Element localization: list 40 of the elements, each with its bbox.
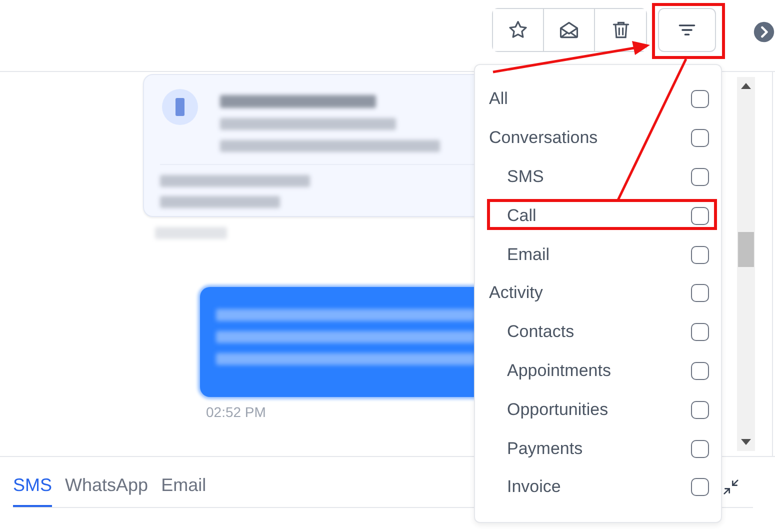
message-time: 02:52 PM bbox=[206, 404, 266, 420]
checkbox[interactable] bbox=[691, 246, 709, 264]
checkbox[interactable] bbox=[691, 362, 709, 380]
chevron-right-icon bbox=[753, 21, 775, 43]
filter-option[interactable]: Payments bbox=[475, 429, 721, 468]
compose-tab[interactable]: WhatsApp bbox=[65, 475, 148, 507]
collapse-button[interactable] bbox=[721, 477, 741, 497]
compose-tab[interactable]: SMS bbox=[13, 475, 52, 507]
checkbox[interactable] bbox=[691, 400, 709, 419]
checkbox[interactable] bbox=[691, 90, 709, 108]
envelope-icon bbox=[558, 19, 580, 41]
scroll-down-arrow[interactable] bbox=[741, 439, 751, 445]
checkbox[interactable] bbox=[691, 284, 709, 302]
checkbox[interactable] bbox=[691, 478, 709, 496]
filter-option[interactable]: Contacts bbox=[475, 312, 721, 352]
scroll-up-arrow[interactable] bbox=[741, 83, 751, 89]
checkbox[interactable] bbox=[691, 129, 709, 148]
filter-option[interactable]: SMS bbox=[475, 158, 721, 196]
star-button[interactable] bbox=[493, 9, 544, 51]
next-button[interactable] bbox=[753, 21, 775, 43]
checkbox[interactable] bbox=[691, 440, 709, 458]
filter-option[interactable]: Opportunities bbox=[475, 390, 721, 430]
redacted-text bbox=[155, 227, 227, 239]
filter-option[interactable]: Activity bbox=[475, 274, 721, 313]
star-icon bbox=[507, 19, 529, 41]
payment-icon bbox=[162, 89, 198, 125]
scrollbar-thumb[interactable] bbox=[738, 232, 754, 267]
filter-option[interactable]: Appointments bbox=[475, 352, 721, 390]
checkbox[interactable] bbox=[691, 206, 709, 225]
compose-tab[interactable]: Email bbox=[161, 475, 206, 507]
filter-option[interactable]: Call bbox=[475, 196, 721, 236]
checkbox[interactable] bbox=[691, 168, 709, 186]
collapse-icon bbox=[721, 477, 741, 497]
filter-option[interactable]: Conversations bbox=[475, 118, 721, 158]
scrollbar[interactable] bbox=[737, 77, 755, 451]
filter-option[interactable]: Email bbox=[475, 235, 721, 274]
filter-button[interactable] bbox=[658, 8, 716, 52]
filter-option[interactable]: Invoice bbox=[475, 468, 721, 507]
checkbox[interactable] bbox=[691, 323, 709, 342]
filter-option[interactable]: All bbox=[475, 80, 721, 119]
